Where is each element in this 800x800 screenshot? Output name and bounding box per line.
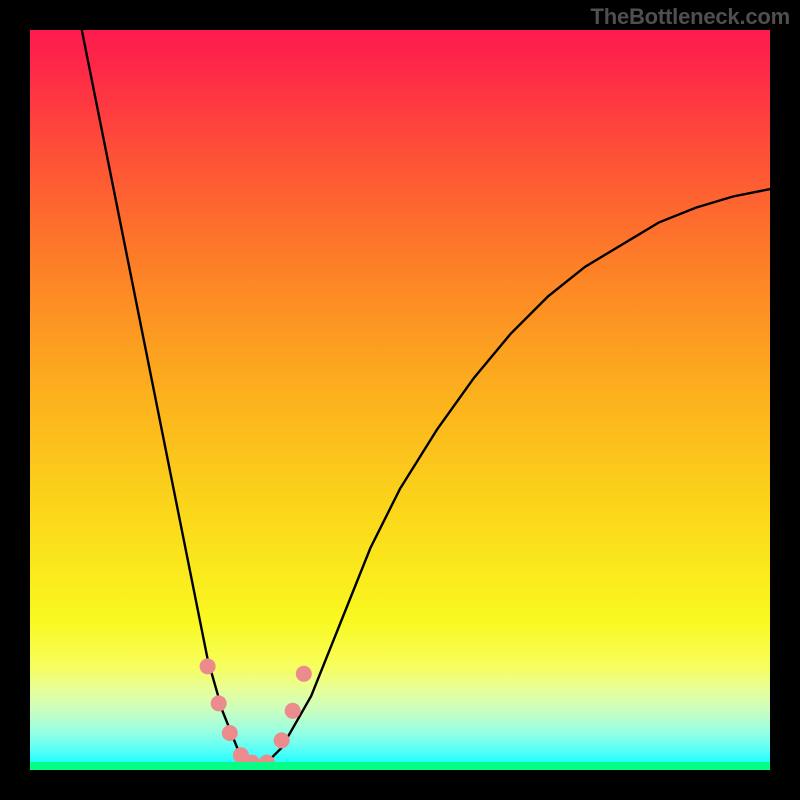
curve-line [82,30,770,763]
plot-area [30,30,770,770]
curve-marker [211,695,227,711]
curve-marker [285,703,301,719]
chart-frame: TheBottleneck.com [0,0,800,800]
bottleneck-curve [30,30,770,770]
curve-marker [296,666,312,682]
curve-marker [222,725,238,741]
green-bottom-strip [30,762,770,770]
curve-marker [274,732,290,748]
curve-markers [200,658,312,770]
watermark-text: TheBottleneck.com [590,4,790,30]
curve-marker [200,658,216,674]
